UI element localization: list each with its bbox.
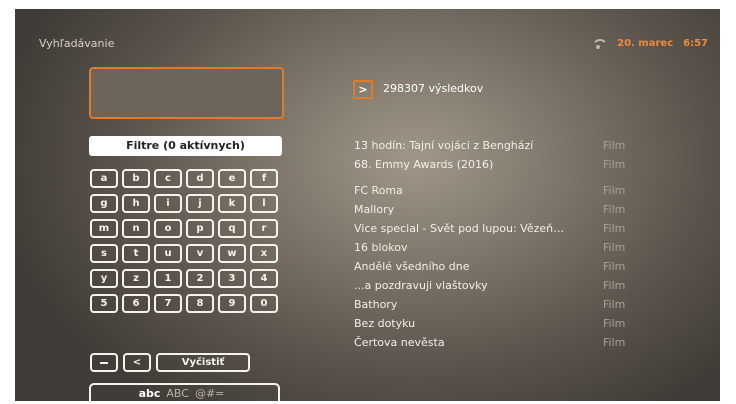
result-title: 68. Emmy Awards (2016) xyxy=(354,158,494,171)
key-2[interactable]: 2 xyxy=(186,269,214,288)
result-title: 16 blokov xyxy=(354,241,408,254)
key-e[interactable]: e xyxy=(218,169,246,188)
result-title: 13 hodín: Tajní vojáci z Benghází xyxy=(354,139,534,152)
list-item[interactable]: Čertova nevěsta Film xyxy=(354,333,654,352)
result-type: Film xyxy=(603,317,626,330)
result-type: Film xyxy=(603,260,626,273)
result-type: Film xyxy=(603,184,626,197)
key-p[interactable]: p xyxy=(186,219,214,238)
result-type: Film xyxy=(603,336,626,349)
chevron-right-icon[interactable]: > xyxy=(353,80,373,99)
key-j[interactable]: j xyxy=(186,194,214,213)
result-type: Film xyxy=(603,298,626,311)
key-k[interactable]: k xyxy=(218,194,246,213)
key-t[interactable]: t xyxy=(122,244,150,263)
results-count: 298307 výsledkov xyxy=(383,82,484,95)
key-q[interactable]: q xyxy=(218,219,246,238)
key-y[interactable]: y xyxy=(90,269,118,288)
result-title: FC Roma xyxy=(354,184,403,197)
list-item[interactable]: Andělé všedního dne Film xyxy=(354,257,654,276)
key-6[interactable]: 6 xyxy=(122,294,150,313)
key-l[interactable]: l xyxy=(250,194,278,213)
key-8[interactable]: 8 xyxy=(186,294,214,313)
result-type: Film xyxy=(603,158,626,171)
mode-tab-uppercase[interactable]: ABC xyxy=(166,387,189,400)
mode-tab-lowercase[interactable]: abc xyxy=(139,387,161,400)
key-s[interactable]: s xyxy=(90,244,118,263)
list-item[interactable]: ...a pozdravuji vlaštovky Film xyxy=(354,276,654,295)
key-0[interactable]: 0 xyxy=(250,294,278,313)
key-u[interactable]: u xyxy=(154,244,182,263)
clear-button[interactable]: Vyčistiť xyxy=(156,353,250,372)
search-input[interactable] xyxy=(89,67,284,119)
result-type: Film xyxy=(603,203,626,216)
result-type: Film xyxy=(603,241,626,254)
keyboard-grid: abcdef ghijkl mnopqr stuvwx yz1234 567890 xyxy=(90,169,280,313)
minus-icon xyxy=(100,361,108,364)
list-item[interactable]: 68. Emmy Awards (2016) Film xyxy=(354,155,654,174)
list-item[interactable]: Mallory Film xyxy=(354,200,654,219)
backspace-key[interactable]: < xyxy=(123,353,151,372)
result-title: Andělé všedního dne xyxy=(354,260,470,273)
list-item[interactable]: Bez dotyku Film xyxy=(354,314,654,333)
mode-tab-symbols[interactable]: @#= xyxy=(195,387,224,400)
key-r[interactable]: r xyxy=(250,219,278,238)
result-type: Film xyxy=(603,279,626,292)
list-item[interactable]: FC Roma Film xyxy=(354,181,654,200)
status-bar: 20. marec 6:57 xyxy=(591,38,708,49)
result-title: Bez dotyku xyxy=(354,317,416,330)
result-title: Vice special - Svět pod lupou: Vězeň… xyxy=(354,222,565,235)
key-w[interactable]: w xyxy=(218,244,246,263)
list-item[interactable]: 13 hodín: Tajní vojáci z Benghází Film xyxy=(354,136,654,155)
key-7[interactable]: 7 xyxy=(154,294,182,313)
result-title: Bathory xyxy=(354,298,398,311)
key-1[interactable]: 1 xyxy=(154,269,182,288)
key-5[interactable]: 5 xyxy=(90,294,118,313)
key-z[interactable]: z xyxy=(122,269,150,288)
list-item[interactable]: Vice special - Svět pod lupou: Vězeň… Fil… xyxy=(354,219,654,238)
result-type: Film xyxy=(603,222,626,235)
key-d[interactable]: d xyxy=(186,169,214,188)
key-i[interactable]: i xyxy=(154,194,182,213)
key-a[interactable]: a xyxy=(90,169,118,188)
result-title: Mallory xyxy=(354,203,395,216)
space-key[interactable] xyxy=(90,353,118,372)
list-item[interactable]: 16 blokov Film xyxy=(354,238,654,257)
result-title: Čertova nevěsta xyxy=(354,336,445,349)
page-title: Vyhľadávanie xyxy=(39,37,115,50)
keyboard-mode-tabs: abc ABC @#= xyxy=(89,383,280,401)
list-item[interactable]: Bathory Film xyxy=(354,295,654,314)
key-n[interactable]: n xyxy=(122,219,150,238)
key-g[interactable]: g xyxy=(90,194,118,213)
key-x[interactable]: x xyxy=(250,244,278,263)
key-o[interactable]: o xyxy=(154,219,182,238)
key-m[interactable]: m xyxy=(90,219,118,238)
keyboard-bottom-row: < Vyčistiť xyxy=(90,353,250,372)
key-9[interactable]: 9 xyxy=(218,294,246,313)
key-v[interactable]: v xyxy=(186,244,214,263)
key-h[interactable]: h xyxy=(122,194,150,213)
key-b[interactable]: b xyxy=(122,169,150,188)
result-title: ...a pozdravuji vlaštovky xyxy=(354,279,488,292)
filter-button[interactable]: Filtre (0 aktívnych) xyxy=(89,136,282,156)
wifi-icon xyxy=(591,38,609,49)
key-f[interactable]: f xyxy=(250,169,278,188)
results-list: 13 hodín: Tajní vojáci z Benghází Film 68.… xyxy=(354,136,654,352)
status-date: 20. marec xyxy=(617,38,674,49)
key-c[interactable]: c xyxy=(154,169,182,188)
key-3[interactable]: 3 xyxy=(218,269,246,288)
key-4[interactable]: 4 xyxy=(250,269,278,288)
status-time: 6:57 xyxy=(683,38,708,49)
tv-screen: Vyhľadávanie 20. marec 6:57 Filtre (0 ak… xyxy=(15,9,720,401)
result-type: Film xyxy=(603,139,626,152)
